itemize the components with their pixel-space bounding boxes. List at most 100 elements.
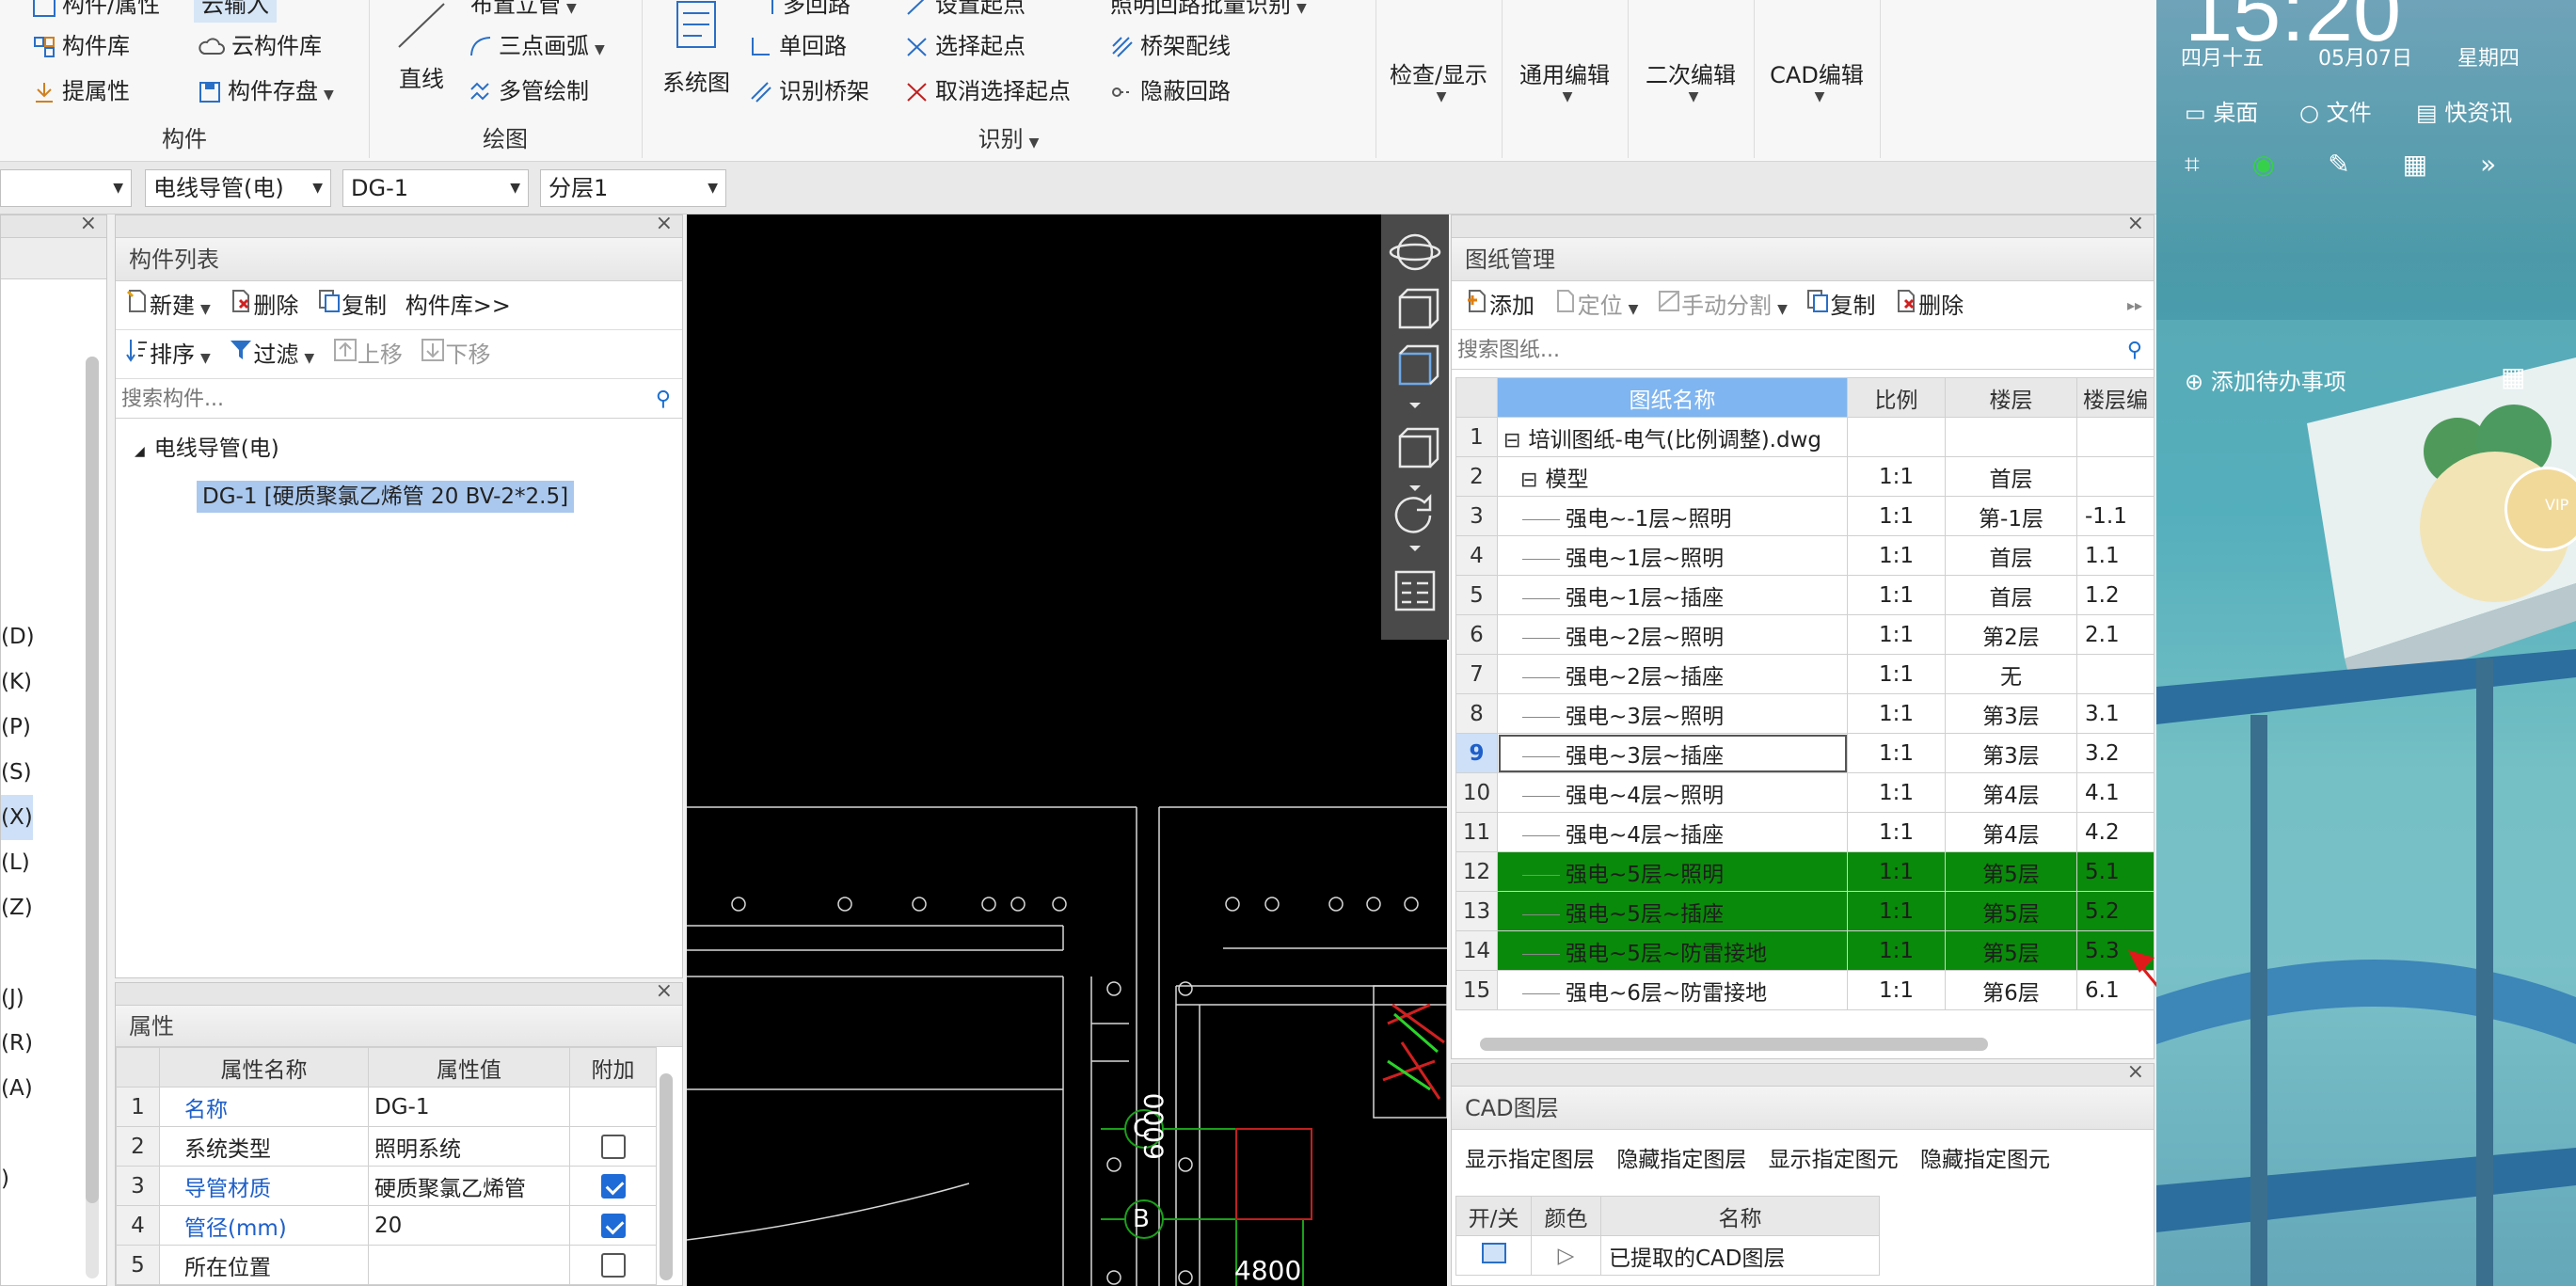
tree-root[interactable]: ◢ 电线导管(电) <box>135 428 574 472</box>
identify-tray-button[interactable]: 识别桥架 <box>749 73 869 109</box>
collapse-icon[interactable]: ⊟ <box>1503 429 1520 452</box>
hide-layer-button[interactable]: 隐藏指定图层 <box>1616 1148 1746 1172</box>
scale-cell[interactable]: 1:1 <box>1847 851 1946 892</box>
floor-code-cell[interactable]: 5.2 <box>2076 891 2155 931</box>
show-element-button[interactable]: 显示指定图元 <box>1769 1148 1899 1172</box>
table-row[interactable]: 14 强电~5层~防雷接地 1:1 第5层 5.3 <box>1455 930 2155 971</box>
sort-button[interactable]: 排序 ▼ <box>125 340 211 368</box>
eye-icon[interactable]: ◉ <box>2252 149 2328 180</box>
table-row[interactable]: 6 强电~2层~照明 1:1 第2层 2.1 <box>1455 614 2155 655</box>
line-button[interactable]: 直线 <box>384 0 459 93</box>
floor-cell[interactable]: 第5层 <box>1945 930 2077 971</box>
cloud-library-button[interactable]: 云构件库 <box>198 28 322 64</box>
floor-code-cell[interactable] <box>2076 456 2155 497</box>
table-row[interactable]: 4 强电~1层~照明 1:1 首层 1.1 <box>1455 535 2155 576</box>
scale-cell[interactable]: 1:1 <box>1847 614 1946 655</box>
nav-shortcut[interactable]: (A) <box>1 1066 35 1111</box>
floor-code-cell[interactable]: 2.1 <box>2076 614 2155 655</box>
nav-shortcut[interactable]: (R) <box>1 1021 35 1066</box>
component-save-button[interactable]: 构件存盘 ▼ <box>198 73 334 109</box>
scale-cell[interactable]: 1:1 <box>1847 733 1946 773</box>
floor-cell[interactable]: 第4层 <box>1945 812 2077 852</box>
table-row[interactable]: ▷ 已提取的CAD图层 <box>1455 1235 1880 1276</box>
three-point-arc-button[interactable]: 三点画弧 ▼ <box>469 28 605 64</box>
scrollbar[interactable] <box>86 357 99 1278</box>
attach-checkbox[interactable] <box>600 1252 626 1278</box>
multi-circuit-button[interactable]: 多回路 <box>753 0 851 23</box>
drawing-name-cell[interactable]: 强电~2层~照明 <box>1497 614 1848 655</box>
nav-shortcut[interactable]: (J) <box>1 976 35 1021</box>
show-layer-button[interactable]: 显示指定图层 <box>1465 1148 1595 1172</box>
riser-button[interactable]: 布置立管 ▼ <box>470 0 577 23</box>
type-combo[interactable]: 电线导管(电) ▼ <box>145 169 331 207</box>
scale-cell[interactable]: 1:1 <box>1847 891 1946 931</box>
nav-shortcut[interactable]: (L) <box>1 840 35 885</box>
drawing-search-input[interactable]: 搜索图纸... ⚲ <box>1452 332 2154 370</box>
nav-shortcut[interactable]: (P) <box>1 705 35 750</box>
scale-cell[interactable]: 1:1 <box>1847 575 1946 615</box>
drawing-name-cell[interactable]: 强电~5层~插座 <box>1497 891 1848 931</box>
column-header[interactable]: 楼层 <box>1945 377 2077 418</box>
floor-code-cell[interactable]: 1.2 <box>2076 575 2155 615</box>
collapse-icon[interactable]: ⊟ <box>1520 468 1537 492</box>
drawing-name-cell[interactable]: 强电~-1层~照明 <box>1497 496 1848 536</box>
nav-shortcut[interactable]: (D) <box>1 614 35 659</box>
component-search-input[interactable]: 搜索构件... ⚲ <box>116 381 682 419</box>
delete-button[interactable]: 删除 <box>229 290 298 319</box>
nav-files[interactable]: ○ 文件 <box>2299 94 2372 127</box>
tray-wiring-button[interactable]: 桥架配线 <box>1110 28 1231 64</box>
copy-button[interactable]: 复制 <box>317 290 387 319</box>
scale-cell[interactable]: 1:1 <box>1847 456 1946 497</box>
column-header[interactable]: 附加 <box>569 1047 657 1088</box>
select-start-button[interactable]: 选择起点 <box>905 28 1026 64</box>
table-row[interactable]: 10 强电~4层~照明 1:1 第4层 4.1 <box>1455 772 2155 813</box>
crop-icon[interactable]: ⌗ <box>2185 149 2252 180</box>
table-row[interactable]: 1 ⊟ 培训图纸-电气(比例调整).dwg <box>1455 417 2155 457</box>
table-row[interactable]: 11 强电~4层~插座 1:1 第4层 4.2 <box>1455 812 2155 852</box>
batch-light-button[interactable]: 照明回路批量识别 ▼ <box>1110 0 1307 23</box>
floor-code-cell[interactable]: 3.2 <box>2076 733 2155 773</box>
component-library-button[interactable]: 构件库 <box>32 28 130 64</box>
floor-cell[interactable]: 第5层 <box>1945 851 2077 892</box>
table-row[interactable]: 8 强电~3层~照明 1:1 第3层 3.1 <box>1455 693 2155 734</box>
floor-cell[interactable]: 第2层 <box>1945 614 2077 655</box>
nav-shortcut[interactable]: ) <box>1 1156 35 1201</box>
general-edit-button[interactable]: 通用编辑 ▼ <box>1502 56 1628 104</box>
new-button[interactable]: 新建 ▼ <box>125 290 211 319</box>
property-value[interactable]: DG-1 <box>368 1087 570 1127</box>
component-combo[interactable]: DG-1 ▼ <box>342 169 529 207</box>
layer-combo[interactable]: 分层1 ▼ <box>540 169 726 207</box>
drawing-name-cell[interactable]: 强电~1层~插座 <box>1497 575 1848 615</box>
scale-cell[interactable]: 1:1 <box>1847 812 1946 852</box>
drawing-name-cell[interactable]: 强电~6层~防雷接地 <box>1497 970 1848 1010</box>
nav-shortcut[interactable]: (S) <box>1 750 35 795</box>
floor-cell[interactable]: 首层 <box>1945 456 2077 497</box>
tree-item[interactable]: DG-1 [硬质聚氯乙烯管 20 BV-2*2.5] <box>197 476 575 517</box>
nav-shortcut[interactable]: (K) <box>1 659 35 705</box>
single-circuit-button[interactable]: 单回路 <box>749 28 847 64</box>
floor-code-cell[interactable]: 1.1 <box>2076 535 2155 576</box>
floor-code-cell[interactable]: 4.1 <box>2076 772 2155 813</box>
column-header[interactable]: 楼层编 <box>2076 377 2155 418</box>
scale-cell[interactable]: 1:1 <box>1847 535 1946 576</box>
drawing-name-cell[interactable]: 强电~3层~插座 <box>1497 733 1848 773</box>
cloud-input-button[interactable]: 云输入 <box>194 0 277 23</box>
table-row[interactable]: 13 强电~5层~插座 1:1 第5层 5.2 <box>1455 891 2155 931</box>
drawing-name-cell[interactable]: 强电~4层~插座 <box>1497 812 1848 852</box>
multi-pipe-button[interactable]: 多管绘制 <box>469 73 589 109</box>
nav-shortcut[interactable]: (X) <box>1 795 33 840</box>
chevron-right-icon[interactable]: » <box>2480 149 2549 180</box>
group-label-identify[interactable]: 识别 ▼ <box>642 120 1375 158</box>
floor-cell[interactable]: 首层 <box>1945 535 2077 576</box>
locate-button[interactable]: 定位 ▼ <box>1553 290 1638 319</box>
property-value[interactable]: 20 <box>368 1205 570 1246</box>
table-row[interactable]: 5 所在位置 <box>116 1245 657 1285</box>
drawing-name-cell[interactable]: 强电~5层~防雷接地 <box>1497 930 1848 971</box>
system-diagram-button[interactable]: 系统图 <box>657 0 736 97</box>
drawing-name-cell[interactable]: 强电~4层~照明 <box>1497 772 1848 813</box>
cad-edit-button[interactable]: CAD编辑 ▼ <box>1754 56 1880 104</box>
manual-split-button[interactable]: 手动分割 ▼ <box>1657 291 1788 319</box>
attach-checkbox[interactable] <box>600 1134 626 1159</box>
scale-cell[interactable]: 1:1 <box>1847 772 1946 813</box>
table-row[interactable]: 2 系统类型 照明系统 <box>116 1126 657 1167</box>
